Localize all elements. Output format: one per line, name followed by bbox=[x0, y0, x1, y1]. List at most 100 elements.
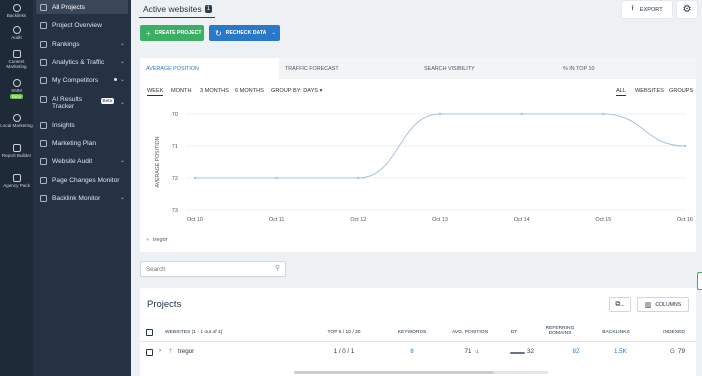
row-referring-domains[interactable]: 82 bbox=[560, 348, 592, 355]
chart-panel: AVERAGE POSITION TRAFFIC FORECAST SEARCH… bbox=[140, 58, 696, 252]
chevron-down-icon: ▾ bbox=[318, 88, 323, 94]
plan-icon bbox=[40, 139, 47, 147]
rail-item-smm[interactable]: SMM Beta bbox=[0, 79, 33, 99]
col-referring-domains[interactable]: REFERRING DOMAINS bbox=[540, 326, 580, 336]
filter-groups[interactable]: GROUPS bbox=[669, 88, 693, 94]
sidebar-item-marketing-plan[interactable]: Marketing Plan bbox=[36, 136, 128, 150]
notification-dot bbox=[114, 78, 117, 81]
y-tick-label: 70 bbox=[172, 112, 178, 118]
period-6-months[interactable]: 6 MONTHS bbox=[235, 88, 264, 94]
projects-panel: Projects ⧉ ⌄ ▥ COLUMNS WEBSITES (1 - 1 ou… bbox=[140, 288, 696, 376]
series-point bbox=[438, 112, 442, 116]
insights-icon bbox=[40, 121, 47, 129]
search-input[interactable] bbox=[146, 264, 266, 275]
col-indexed[interactable]: INDEXED bbox=[654, 330, 694, 335]
chevron-down-icon: ⌄ bbox=[119, 77, 125, 83]
tab-active-websites[interactable]: Active websites 1 bbox=[139, 0, 215, 18]
tab-traffic-forecast[interactable]: TRAFFIC FORECAST bbox=[279, 58, 418, 79]
group-by-label: GROUP BY: DAYS bbox=[271, 88, 319, 94]
col-top[interactable]: TOP 5 / 10 / 30 bbox=[321, 330, 367, 335]
series-point bbox=[602, 112, 605, 116]
row-avg-change: ↑1 bbox=[474, 349, 479, 354]
row-top: 1 / 0 / 1 bbox=[333, 348, 355, 355]
series-point bbox=[520, 112, 523, 116]
search-box[interactable]: ⚲ bbox=[140, 261, 286, 277]
x-tick-label: Oct 15 bbox=[595, 217, 611, 223]
row-checkbox[interactable] bbox=[146, 349, 153, 356]
table-row[interactable]: › ⇡ tregor 1 / 0 / 1 8 71 ↑1 32 82 1.5K … bbox=[140, 345, 696, 361]
sidebar-item-rankings[interactable]: Rankings ⌄ bbox=[36, 37, 128, 51]
feedback-tab[interactable] bbox=[697, 272, 702, 290]
audit-icon bbox=[40, 157, 47, 165]
backlink-icon bbox=[40, 194, 47, 202]
col-backlinks[interactable]: BACKLINKS bbox=[596, 330, 636, 335]
recheck-data-button[interactable]: ↻ RECHECK DATA ⌄ bbox=[209, 25, 280, 41]
sidebar-item-ai-results-tracker[interactable]: AI Results Tracker Beta ⌄ bbox=[36, 94, 128, 112]
horizontal-scrollbar[interactable] bbox=[294, 371, 548, 374]
export-button[interactable]: ⭱ EXPORT bbox=[622, 1, 672, 18]
metric-tabs: AVERAGE POSITION TRAFFIC FORECAST SEARCH… bbox=[140, 58, 696, 79]
sidebar-item-website-audit[interactable]: Website Audit ⌄ bbox=[36, 154, 128, 168]
columns-label: COLUMNS bbox=[655, 301, 682, 308]
rail-item-report-builder[interactable]: Report Builder bbox=[0, 144, 33, 158]
chevron-down-icon: ⌄ bbox=[119, 41, 125, 47]
grid-icon bbox=[40, 3, 47, 11]
select-all-checkbox[interactable] bbox=[146, 329, 153, 336]
col-keywords[interactable]: KEYWORDS bbox=[391, 330, 433, 335]
rail-label: Content Marketing bbox=[6, 59, 27, 69]
expand-icon[interactable]: › bbox=[159, 348, 161, 354]
period-month[interactable]: MONTH bbox=[171, 88, 192, 94]
beta-badge: Beta bbox=[9, 94, 24, 99]
period-3-months[interactable]: 3 MONTHS bbox=[200, 88, 229, 94]
group-by-select[interactable]: GROUP BY: DAYS ▾ bbox=[271, 88, 322, 94]
copy-button[interactable]: ⧉ ⌄ bbox=[609, 297, 631, 312]
settings-button[interactable]: ⚙ bbox=[677, 1, 697, 18]
x-tick-label: Oct 16 bbox=[677, 217, 693, 223]
sidebar-item-project-overview[interactable]: Project Overview bbox=[36, 18, 128, 32]
sidebar-item-label: Website Audit bbox=[52, 157, 93, 165]
sidebar-item-all-projects[interactable]: All Projects bbox=[36, 0, 128, 14]
tab-average-position[interactable]: AVERAGE POSITION bbox=[140, 58, 279, 79]
y-tick-label: 71 bbox=[172, 144, 178, 150]
series-point bbox=[275, 176, 278, 180]
row-backlinks[interactable]: 1.5K bbox=[614, 348, 627, 355]
x-tick-label: Oct 13 bbox=[432, 217, 448, 223]
series-point bbox=[683, 144, 687, 148]
chevron-down-icon: ⌄ bbox=[620, 301, 625, 308]
chevron-down-icon: ⌄ bbox=[119, 158, 125, 164]
chevron-down-icon: ⌄ bbox=[119, 59, 125, 65]
filter-websites[interactable]: WEBSITES bbox=[635, 88, 664, 94]
sidebar-item-analytics-traffic[interactable]: Analytics & Traffic ⌄ bbox=[36, 55, 128, 69]
row-website[interactable]: tregor bbox=[178, 348, 194, 355]
tab-top-10[interactable]: % IN TOP 10 bbox=[557, 58, 696, 79]
rail-item-local-marketing[interactable]: Local Marketing bbox=[0, 114, 33, 128]
period-week[interactable]: WEEK bbox=[147, 88, 164, 96]
ai-icon bbox=[40, 96, 47, 103]
rail-item-backlinks[interactable]: Backlinks bbox=[0, 4, 33, 18]
scroll-thumb[interactable] bbox=[294, 371, 494, 374]
tab-search-visibility[interactable]: SEARCH VISIBILITY bbox=[418, 58, 557, 79]
x-tick-label: Oct 10 bbox=[187, 217, 203, 223]
analytics-icon bbox=[40, 58, 47, 66]
chevron-down-icon: ⌄ bbox=[271, 30, 276, 36]
sidebar-item-my-competitors[interactable]: My Competitors ⌄ bbox=[36, 73, 128, 87]
rail-label: Local Marketing bbox=[0, 123, 33, 128]
col-websites[interactable]: WEBSITES (1 - 1 out of 1) bbox=[165, 330, 222, 335]
filter-all[interactable]: ALL bbox=[616, 88, 626, 96]
sidebar-item-backlink-monitor[interactable]: Backlink Monitor ⌄ bbox=[36, 191, 128, 205]
col-avg-position[interactable]: AVG. POSITION bbox=[447, 330, 493, 335]
columns-button[interactable]: ▥ COLUMNS bbox=[637, 297, 689, 312]
chart-legend[interactable]: ● tregor bbox=[146, 237, 168, 243]
rail-item-audit[interactable]: Audit bbox=[0, 26, 33, 40]
competitors-icon bbox=[40, 76, 47, 84]
dt-bar bbox=[510, 352, 525, 354]
rail-item-content-marketing[interactable]: Content Marketing bbox=[0, 50, 33, 69]
rail-item-agency-pack[interactable]: Agency Pack bbox=[0, 174, 33, 188]
sidebar-item-insights[interactable]: Insights bbox=[36, 118, 128, 132]
sidebar-item-page-changes-monitor[interactable]: Page Changes Monitor bbox=[36, 173, 128, 187]
create-project-button[interactable]: + CREATE PROJECT bbox=[140, 25, 204, 41]
row-keywords[interactable]: 8 bbox=[391, 348, 433, 355]
col-dt[interactable]: DT bbox=[504, 330, 524, 335]
series-point bbox=[357, 176, 360, 180]
y-axis-label: AVERAGE POSITION bbox=[155, 136, 161, 187]
